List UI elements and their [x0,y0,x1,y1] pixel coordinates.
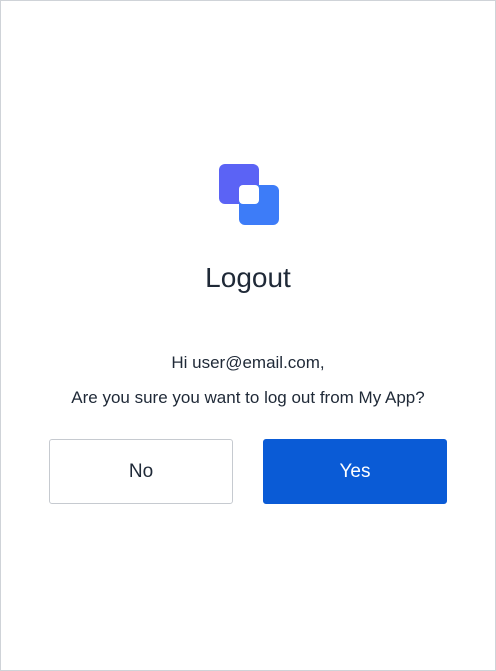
app-logo-icon [219,164,279,225]
yes-button[interactable]: Yes [263,439,447,504]
greeting-text: Hi user@email.com, [171,353,325,372]
confirmation-question: Are you sure you want to log out from My… [71,388,425,407]
logout-dialog: Logout Hi user@email.com, Are you sure y… [0,0,496,671]
page-title: Logout [205,262,291,293]
no-button[interactable]: No [49,439,233,504]
